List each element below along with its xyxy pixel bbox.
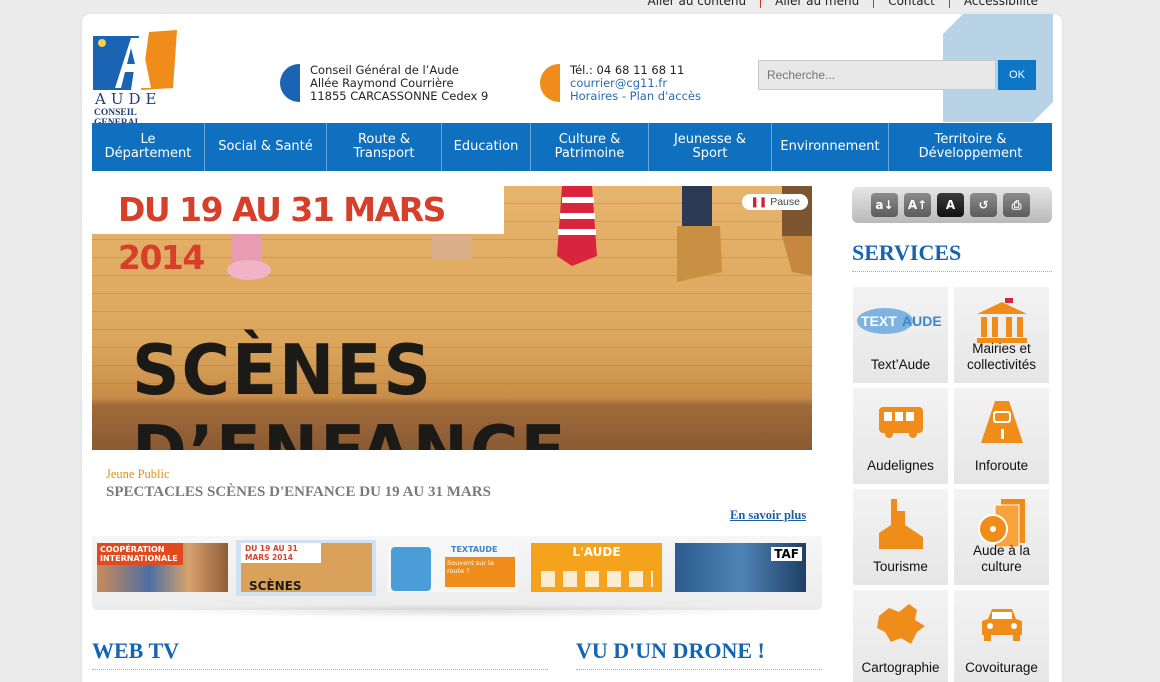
service-label: Cartographie xyxy=(861,660,940,675)
bus-icon xyxy=(853,396,948,448)
decrease-font-icon[interactable]: a↓ xyxy=(871,193,898,217)
top-links: Aller au contenu Aller au menu Contact A… xyxy=(633,0,1052,8)
slide-big-title: SCÈNES D’ENFANCE xyxy=(132,330,566,450)
contact-link[interactable]: Contact xyxy=(873,0,949,8)
service-tourisme[interactable]: Tourisme xyxy=(853,489,948,585)
car-icon xyxy=(954,598,1049,650)
logo-a-icon xyxy=(93,30,177,90)
contact-marker-icon xyxy=(540,64,560,102)
webtv-title: WEB TV xyxy=(92,638,180,663)
skip-to-menu-link[interactable]: Aller au menu xyxy=(760,0,873,8)
address-block: Conseil Général de l’Aude Allée Raymond … xyxy=(280,64,488,103)
drone-title: VU D'UN DRONE ! xyxy=(576,638,765,663)
thumbnail-laude[interactable]: L'AUDE xyxy=(526,540,666,596)
service-label: Inforoute xyxy=(974,458,1029,473)
reset-icon[interactable]: ↺ xyxy=(970,193,997,217)
pause-icon: ❚❚ xyxy=(750,197,768,208)
town-hall-icon xyxy=(954,295,1049,347)
map-icon xyxy=(853,598,948,650)
service-label: Mairies et collectivités xyxy=(966,341,1037,372)
service-audelignes[interactable]: Audelignes xyxy=(853,388,948,484)
slider-pause-button[interactable]: ❚❚ Pause xyxy=(742,194,808,210)
nav-item-departement[interactable]: Le Département xyxy=(92,123,205,171)
textaude-logo-icon: TEXT AUDE xyxy=(853,295,948,347)
nav-item-jeunesse-sport[interactable]: Jeunesse & Sport xyxy=(649,123,772,171)
service-mairies[interactable]: Mairies et collectivités xyxy=(954,287,1049,383)
thumbnail-taf[interactable]: TAF xyxy=(670,540,810,596)
slide-date-banner: DU 19 AU 31 MARS 2014 xyxy=(92,186,504,277)
nav-item-culture-patrimoine[interactable]: Culture & Patrimoine xyxy=(531,123,649,171)
service-inforoute[interactable]: Inforoute xyxy=(954,388,1049,484)
nav-item-environnement[interactable]: Environnement xyxy=(772,123,889,171)
nav-item-education[interactable]: Education xyxy=(442,123,531,171)
service-label: Tourisme xyxy=(873,559,928,574)
thumbnail-textaude[interactable]: TEXTAUDE Souvent sur la route ? xyxy=(382,540,522,596)
services-title: SERVICES xyxy=(852,240,962,265)
skip-to-content-link[interactable]: Aller au contenu xyxy=(633,0,760,8)
nav-item-social-sante[interactable]: Social & Santé xyxy=(205,123,327,171)
nav-item-route-transport[interactable]: Route & Transport xyxy=(327,123,442,171)
print-icon[interactable]: ⎙ xyxy=(1003,193,1030,217)
increase-font-icon[interactable]: A↑ xyxy=(904,193,931,217)
castle-icon xyxy=(853,497,948,549)
accessibility-link[interactable]: Accessibilité xyxy=(948,0,1052,8)
car-road-icon xyxy=(954,396,1049,448)
service-aude-culture[interactable]: Aude à la culture xyxy=(954,489,1049,585)
page-container: AUDE CONSEIL GENERAL Conseil Général de … xyxy=(82,14,1062,682)
service-label: Text’Aude xyxy=(870,357,931,372)
service-covoiturage[interactable]: Covoiturage xyxy=(954,590,1049,682)
service-label: Covoiturage xyxy=(965,660,1038,675)
svg-text:AUDE: AUDE xyxy=(902,313,942,329)
slider-thumbnails: COOPÉRATION INTERNATIONALE DU 19 AU 31 MA… xyxy=(92,536,822,610)
svg-text:TEXT: TEXT xyxy=(861,313,897,329)
logo-name: AUDE xyxy=(95,90,162,108)
nav-item-territoire-developpement[interactable]: Territoire & Développement xyxy=(889,123,1052,171)
slide-title[interactable]: SPECTACLES SCÈNES D'ENFANCE DU 19 AU 31 … xyxy=(106,484,491,501)
service-cartographie[interactable]: Cartographie xyxy=(853,590,948,682)
thumbnail-cooperation[interactable]: COOPÉRATION INTERNATIONALE xyxy=(92,540,232,596)
service-textaude[interactable]: TEXT AUDE Text’Aude xyxy=(853,287,948,383)
contrast-icon[interactable]: A xyxy=(937,193,964,217)
accessibility-toolbar: a↓ A↑ A ↺ ⎙ xyxy=(852,187,1052,223)
hero-slider[interactable]: DU 19 AU 31 MARS 2014 ❚❚Pause SCÈNES D’E… xyxy=(92,186,812,450)
slide-category: Jeune Public xyxy=(106,467,170,481)
search-button[interactable]: OK xyxy=(998,60,1036,90)
address-line-3: 11855 CARCASSONNE Cedex 9 xyxy=(310,89,489,103)
search-input[interactable] xyxy=(758,60,996,90)
main-nav: Le Département Social & Santé Route & Tran… xyxy=(92,123,1052,171)
thumbnail-scenes-enfance[interactable]: DU 19 AU 31 MARS 2014 SCÈNES D’ENFANCE xyxy=(236,540,376,596)
address-marker-icon xyxy=(280,64,300,102)
service-label: Audelignes xyxy=(867,458,934,473)
contact-block: Tél.: 04 68 11 68 11 courrier@cg11.fr Ho… xyxy=(540,64,701,103)
hours-map-link[interactable]: Horaires - Plan d'accès xyxy=(570,90,701,103)
site-logo[interactable]: AUDE CONSEIL GENERAL xyxy=(93,30,181,128)
service-label: Aude à la culture xyxy=(972,543,1031,574)
cd-books-icon xyxy=(954,497,1049,549)
search-form: OK xyxy=(758,60,1036,90)
read-more-link[interactable]: En savoir plus xyxy=(730,508,806,523)
